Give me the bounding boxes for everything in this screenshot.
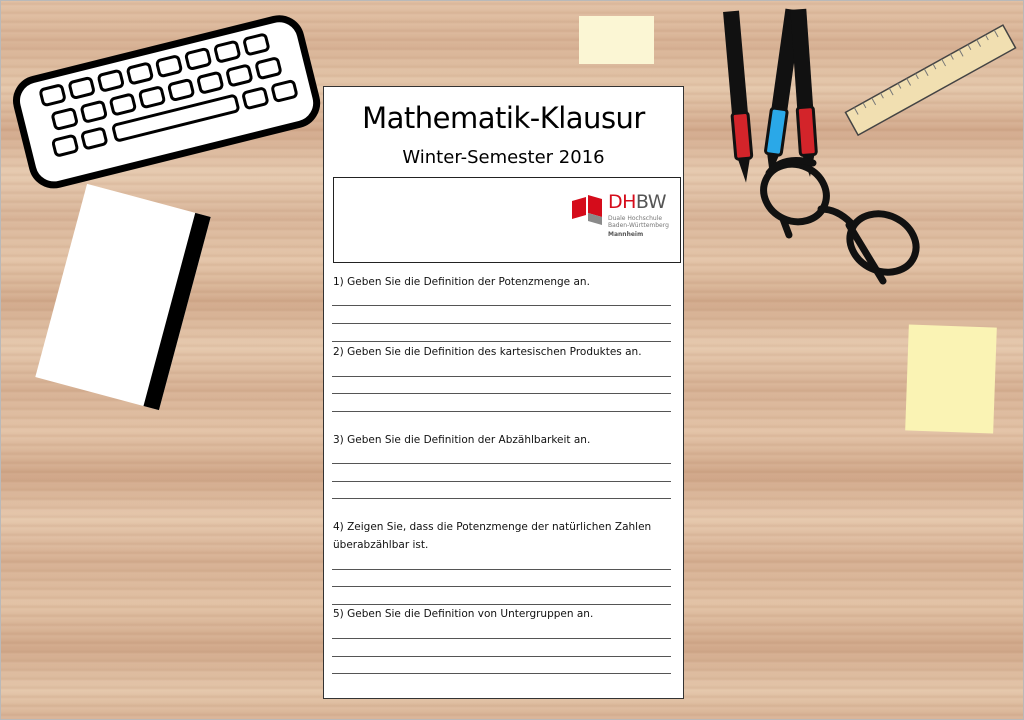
answer-line[interactable] [332,586,671,587]
keyboard-icon [13,15,321,189]
logo-dh: DH [608,191,636,213]
sticky-note-right [905,324,997,434]
answer-line[interactable] [332,305,671,306]
answer-line[interactable] [332,498,671,499]
notebook-icon [35,183,211,411]
answer-line[interactable] [332,638,671,639]
logo-line-3: Mannheim [608,231,644,238]
question-4: 4) Zeigen Sie, dass die Potenzmenge der … [333,521,652,551]
exam-title: Mathematik-Klausur [362,101,645,135]
answer-line[interactable] [332,481,671,482]
dhbw-logo-mark-icon [572,195,602,225]
desk-background: Mathematik-Klausur Winter-Semester 2016 … [0,0,1024,720]
exam-sheet: Mathematik-Klausur Winter-Semester 2016 … [323,86,684,699]
answer-line[interactable] [332,656,671,657]
question-3: 3) Geben Sie die Definition der Abzählba… [333,434,591,446]
question-5: 5) Geben Sie die Definition von Untergru… [333,608,594,620]
answer-line[interactable] [332,411,671,412]
answer-line[interactable] [332,463,671,464]
answer-line[interactable] [332,323,671,324]
answer-line[interactable] [332,393,671,394]
header-box: DHBW Duale Hochschule Baden-Württemberg … [333,177,681,263]
logo-bw: BW [635,191,667,213]
exam-subtitle: Winter-Semester 2016 [402,147,605,168]
answer-line[interactable] [332,341,671,342]
sticky-note-top [579,16,654,64]
ruler-icon [844,24,1017,137]
answer-line[interactable] [332,569,671,570]
answer-line[interactable] [332,673,671,674]
logo-line-2: Baden-Württemberg [608,222,669,229]
glasses-icon [760,157,920,285]
question-2: 2) Geben Sie die Definition des kartesis… [333,346,642,358]
logo-line-1: Duale Hochschule [608,215,663,222]
question-1: 1) Geben Sie die Definition der Potenzme… [333,276,590,288]
logo-wordmark: DHBW [608,191,667,213]
dhbw-logo-icon: DHBW Duale Hochschule Baden-Württemberg … [570,187,670,247]
answer-line[interactable] [332,376,671,377]
